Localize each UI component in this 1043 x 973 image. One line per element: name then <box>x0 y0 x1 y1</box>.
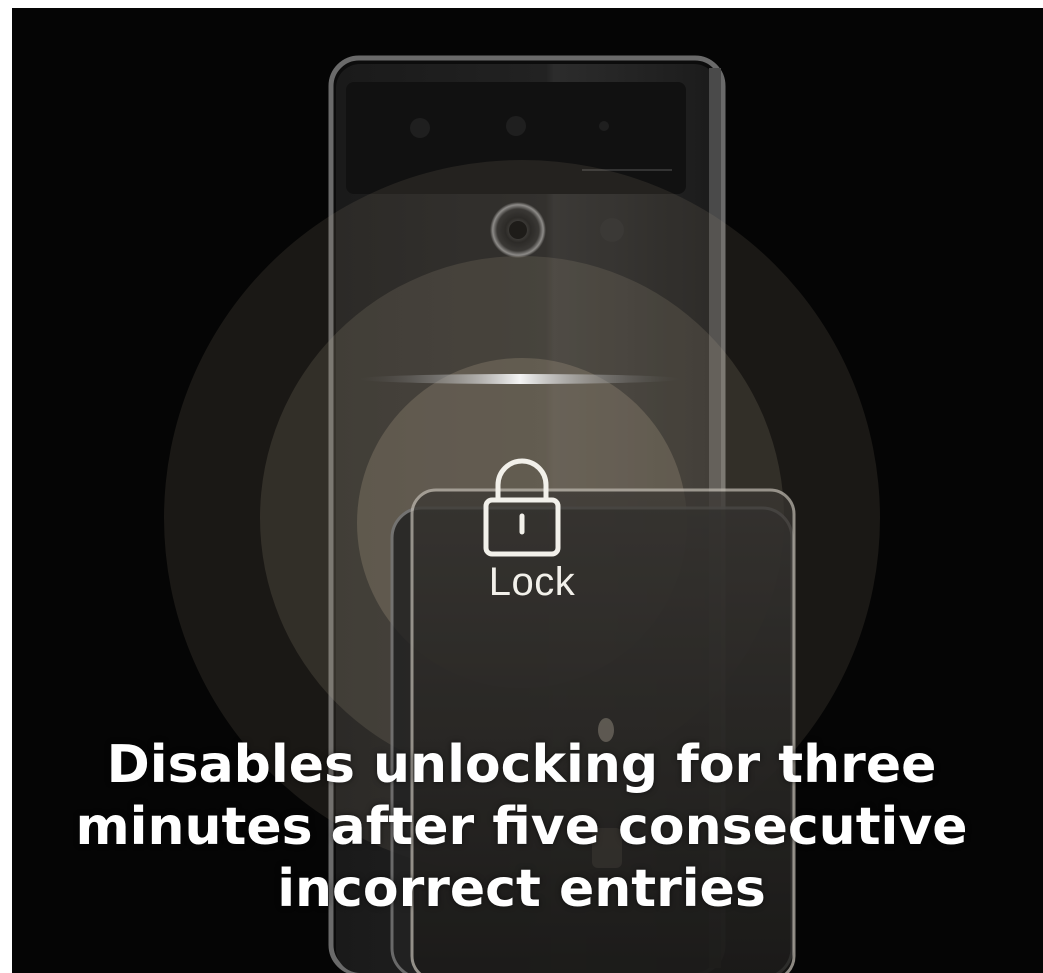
lock-label: Lock <box>488 560 576 604</box>
product-image-frame: Lock Disables unlocking for three minute… <box>0 0 1043 973</box>
caption-line: incorrect entries <box>277 859 766 919</box>
feature-caption: Disables unlocking for three minutes aft… <box>0 734 1043 920</box>
caption-line: Disables unlocking for three <box>106 735 937 795</box>
indicator-light <box>358 374 682 384</box>
caption-line: minutes after five consecutive <box>75 797 968 857</box>
